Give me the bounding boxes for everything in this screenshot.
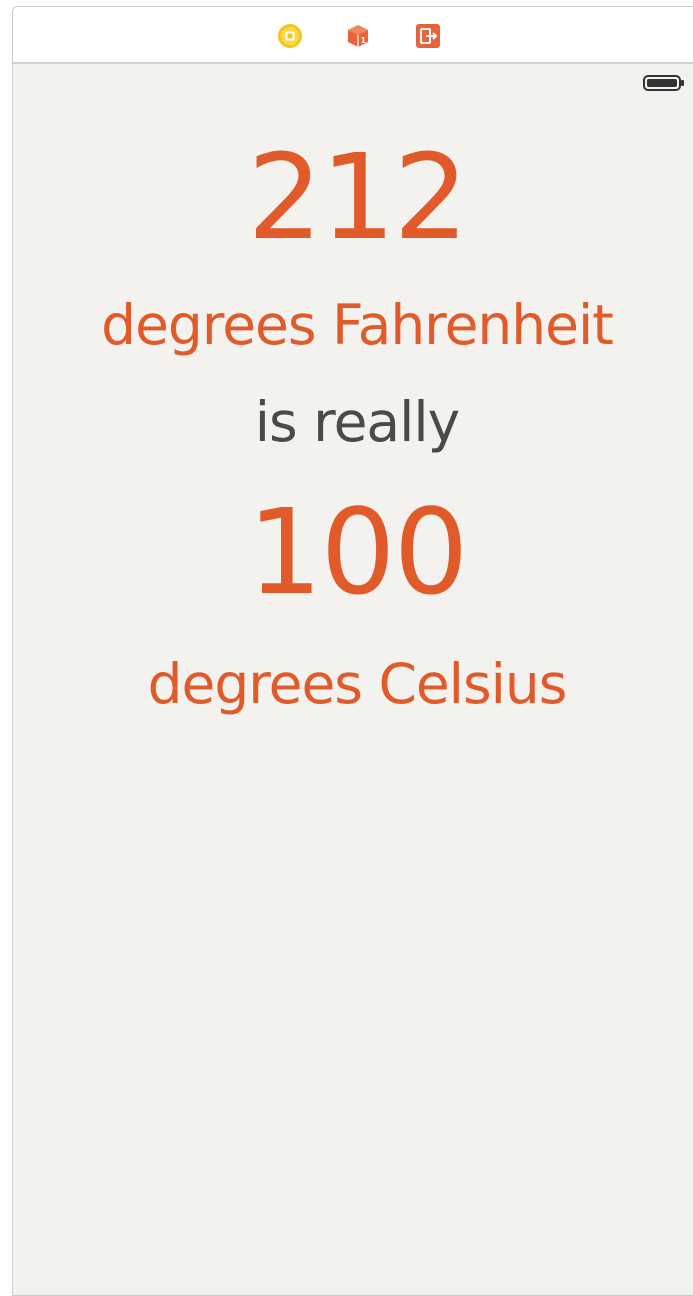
celsius-value: 100 [247,483,468,621]
celsius-label: degrees Celsius [147,652,568,716]
connector-label: is really [254,390,460,454]
converter-view: 212 degrees Fahrenheit is really 100 deg… [13,7,693,1295]
fahrenheit-label: degrees Fahrenheit [101,293,614,357]
fahrenheit-value: 212 [247,128,468,266]
scene-canvas: 1 212 degrees Fahrenheit is really 100 d… [12,6,693,1296]
